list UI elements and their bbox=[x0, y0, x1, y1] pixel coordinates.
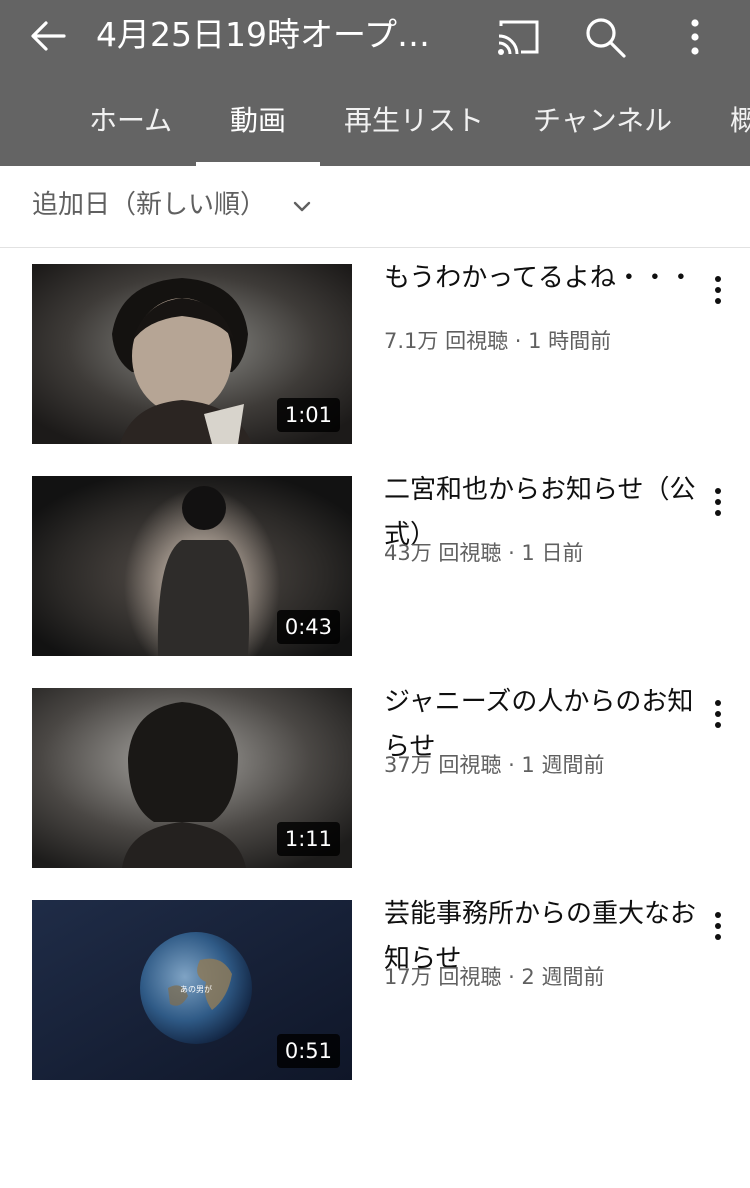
more-vertical-icon[interactable] bbox=[702, 906, 734, 946]
video-duration: 0:51 bbox=[276, 1034, 340, 1068]
app-bar: 4月25日19時オープ… ホーム 動画 再生リスト チャンネル 概 bbox=[0, 0, 750, 166]
video-item[interactable]: あの男が 0:51 芸能事務所からの重大なお知らせ 17万 回視聴 · 2 週間… bbox=[0, 884, 750, 1096]
sort-dropdown[interactable]: 追加日（新しい順） bbox=[32, 186, 266, 224]
video-title[interactable]: もうわかってるよね・・・ bbox=[384, 256, 696, 301]
video-thumbnail[interactable]: 1:01 bbox=[32, 264, 352, 444]
page-title: 4月25日19時オープ… bbox=[96, 15, 430, 54]
video-duration: 0:43 bbox=[276, 610, 340, 644]
video-item[interactable]: 1:11 ジャニーズの人からのお知らせ 37万 回視聴 · 1 週間前 bbox=[0, 672, 750, 884]
search-icon[interactable] bbox=[580, 12, 630, 62]
back-arrow-icon[interactable] bbox=[26, 14, 70, 58]
video-duration: 1:01 bbox=[276, 398, 340, 432]
top-bar: 4月25日19時オープ… bbox=[0, 0, 750, 80]
chevron-down-icon[interactable] bbox=[290, 194, 314, 218]
video-thumbnail[interactable]: 1:11 bbox=[32, 688, 352, 868]
sort-bar: 追加日（新しい順） bbox=[0, 166, 750, 248]
video-item[interactable]: 0:43 二宮和也からお知らせ（公式） 43万 回視聴 · 1 日前 bbox=[0, 460, 750, 672]
video-duration: 1:11 bbox=[276, 822, 340, 856]
tab-channels[interactable]: チャンネル bbox=[533, 80, 672, 166]
cast-icon[interactable] bbox=[493, 12, 543, 62]
tab-videos[interactable]: 動画 bbox=[230, 80, 286, 166]
more-vertical-icon[interactable] bbox=[702, 694, 734, 734]
video-thumbnail[interactable]: あの男が 0:51 bbox=[32, 900, 352, 1080]
channel-tabs: ホーム 動画 再生リスト チャンネル 概 bbox=[0, 80, 750, 166]
video-meta: 17万 回視聴 · 2 週間前 bbox=[384, 965, 605, 989]
tab-home[interactable]: ホーム bbox=[89, 80, 172, 166]
tab-playlists[interactable]: 再生リスト bbox=[344, 80, 484, 166]
video-thumbnail[interactable]: 0:43 bbox=[32, 476, 352, 656]
video-item[interactable]: 1:01 もうわかってるよね・・・ 7.1万 回視聴 · 1 時間前 bbox=[0, 248, 750, 460]
video-meta: 7.1万 回視聴 · 1 時間前 bbox=[384, 329, 612, 353]
video-meta: 43万 回視聴 · 1 日前 bbox=[384, 541, 584, 565]
more-vertical-icon[interactable] bbox=[670, 12, 720, 62]
more-vertical-icon[interactable] bbox=[702, 270, 734, 310]
more-vertical-icon[interactable] bbox=[702, 482, 734, 522]
video-meta: 37万 回視聴 · 1 週間前 bbox=[384, 753, 605, 777]
thumbnail-caption: あの男が bbox=[180, 984, 212, 994]
tab-about[interactable]: 概 bbox=[730, 80, 750, 166]
